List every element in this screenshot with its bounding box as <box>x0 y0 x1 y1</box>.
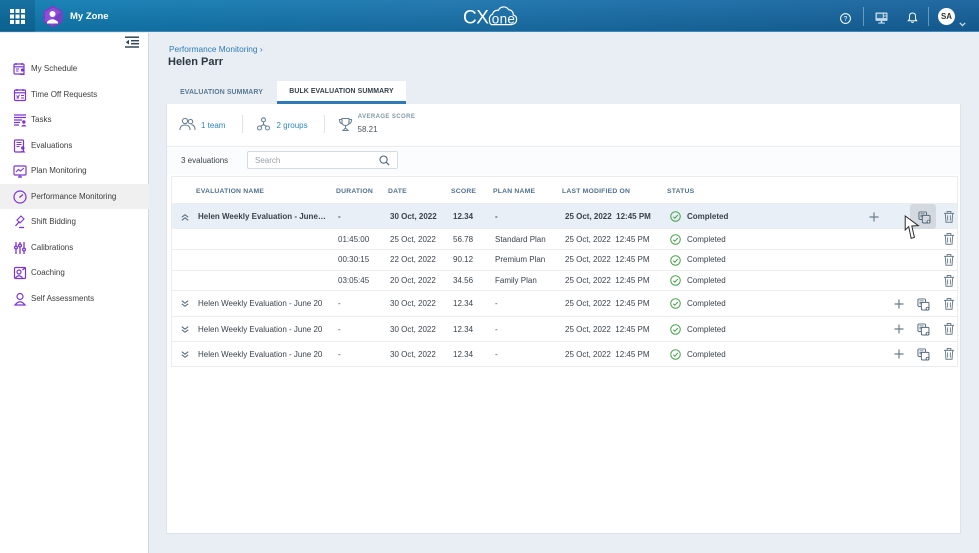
svg-text:one: one <box>492 11 515 26</box>
svg-text:?: ? <box>844 16 848 23</box>
svg-text:CX: CX <box>463 8 489 29</box>
